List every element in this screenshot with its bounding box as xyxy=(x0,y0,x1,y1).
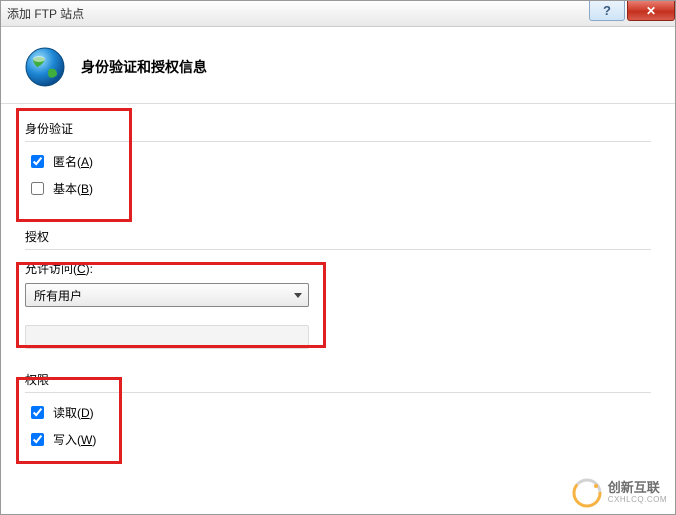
write-label: 写入(W) xyxy=(53,431,96,448)
page-title: 身份验证和授权信息 xyxy=(81,57,207,77)
write-checkbox-row[interactable]: 写入(W) xyxy=(27,430,649,449)
basic-checkbox[interactable] xyxy=(31,182,44,195)
chevron-down-icon xyxy=(294,293,302,298)
anonymous-checkbox-row[interactable]: 匿名(A) xyxy=(27,152,649,171)
basic-label: 基本(B) xyxy=(53,180,93,197)
read-checkbox[interactable] xyxy=(31,406,44,419)
header-section: 身份验证和授权信息 xyxy=(1,27,675,104)
window-title: 添加 FTP 站点 xyxy=(7,5,84,22)
help-button[interactable]: ? xyxy=(589,1,625,21)
globe-icon xyxy=(23,45,67,89)
content-area: 身份验证 匿名(A) 基本(B) 授权 允许访问(C): 所有用户 权限 读取(… xyxy=(1,104,675,473)
watermark-logo-icon xyxy=(572,478,602,508)
watermark-text-en: CXHLCQ.COM xyxy=(608,496,667,505)
write-checkbox[interactable] xyxy=(31,433,44,446)
titlebar: 添加 FTP 站点 ? ✕ xyxy=(1,1,675,27)
anonymous-checkbox[interactable] xyxy=(31,155,44,168)
watermark-text-cn: 创新互联 xyxy=(608,481,667,495)
divider xyxy=(25,249,651,250)
basic-checkbox-row[interactable]: 基本(B) xyxy=(27,179,649,198)
divider xyxy=(25,141,651,142)
access-dropdown-value: 所有用户 xyxy=(34,287,82,304)
authorization-group-label: 授权 xyxy=(25,228,651,245)
access-label: 允许访问(C): xyxy=(25,260,651,277)
read-label: 读取(D) xyxy=(53,404,94,421)
window-buttons: ? ✕ xyxy=(589,1,675,21)
access-dropdown[interactable]: 所有用户 xyxy=(25,283,309,307)
anonymous-label: 匿名(A) xyxy=(53,153,93,170)
divider xyxy=(25,392,651,393)
watermark: 创新互联 CXHLCQ.COM xyxy=(572,478,667,508)
auth-group-label: 身份验证 xyxy=(25,120,651,137)
close-button[interactable]: ✕ xyxy=(627,1,675,21)
disabled-input xyxy=(25,325,309,349)
permissions-group-label: 权限 xyxy=(25,371,651,388)
read-checkbox-row[interactable]: 读取(D) xyxy=(27,403,649,422)
